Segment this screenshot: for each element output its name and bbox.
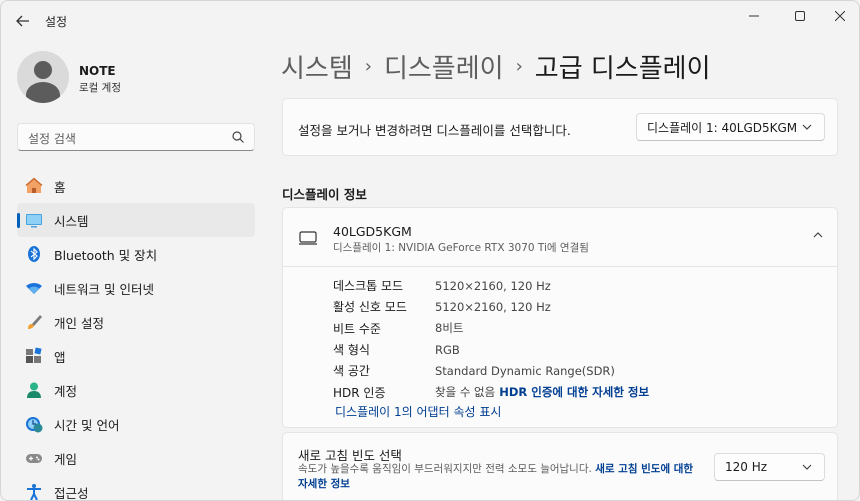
monitor-connection: 디스플레이 1: NVIDIA GeForce RTX 3070 Ti에 연결됨: [333, 242, 589, 254]
info-row-bit-depth: 비트 수준 8비트: [333, 318, 649, 339]
bluetooth-icon: [25, 245, 43, 263]
info-value: 8비트: [435, 321, 464, 336]
sidebar-item-accessibility[interactable]: 접근성: [17, 475, 255, 501]
sidebar-item-apps[interactable]: 앱: [17, 339, 255, 373]
display-dropdown-value: 디스플레이 1: 40LGD5KGM: [647, 120, 798, 135]
info-value: Standard Dynamic Range(SDR): [435, 363, 615, 378]
monitor-icon: [299, 231, 317, 245]
avatar: [17, 51, 69, 103]
search-input[interactable]: 설정 검색: [17, 123, 255, 151]
app-title: 설정: [45, 15, 68, 29]
search-placeholder: 설정 검색: [28, 132, 76, 146]
chevron-right-icon: ›: [515, 55, 523, 77]
info-value: 찾을 수 없음: [435, 385, 496, 400]
info-value: 5120×2160, 120 Hz: [435, 278, 551, 293]
info-row-color-format: 색 형식 RGB: [333, 339, 649, 360]
maximize-icon: [795, 11, 805, 21]
display-info-header[interactable]: 40LGD5KGM 디스플레이 1: NVIDIA GeForce RTX 30…: [283, 208, 837, 267]
settings-window: 설정 NOTE 로컬 계정 설정 검색 홈 시스템 Bluetooth 및 장치…: [0, 0, 860, 501]
info-key: 비트 수준: [333, 321, 381, 336]
sidebar-item-label: 게임: [54, 451, 78, 467]
profile-name: NOTE: [79, 64, 116, 78]
refresh-rate-desc-text: 속도가 높을수록 움직임이 부드러워지지만 전력 소모도 늘어납니다.: [298, 463, 592, 475]
display-select-label: 설정을 보거나 변경하려면 디스플레이를 선택합니다.: [298, 123, 571, 138]
sidebar-item-label: 앱: [54, 349, 66, 365]
search-icon: [232, 131, 244, 143]
info-key: 색 공간: [333, 364, 370, 379]
info-value: RGB: [435, 342, 460, 357]
sidebar-item-home[interactable]: 홈: [17, 169, 255, 203]
info-row-hdr-cert: HDR 인증 찾을 수 없음 HDR 인증에 대한 자세한 정보: [333, 381, 649, 402]
breadcrumb: 시스템 › 디스플레이 › 고급 디스플레이: [281, 48, 711, 85]
title-bar: 설정: [1, 1, 859, 41]
info-row-desktop-mode: 데스크톱 모드 5120×2160, 120 Hz: [333, 275, 649, 296]
refresh-rate-card: 새로 고침 빈도 선택 속도가 높을수록 움직임이 부드러워지지만 전력 소모도…: [282, 432, 838, 500]
page-title: 고급 디스플레이: [534, 53, 711, 84]
close-button[interactable]: [817, 1, 859, 31]
user-profile[interactable]: NOTE 로컬 계정: [17, 51, 247, 103]
back-button[interactable]: [13, 11, 33, 31]
breadcrumb-item-system[interactable]: 시스템: [281, 48, 353, 85]
home-icon: [25, 177, 43, 195]
personalization-icon: [25, 313, 43, 331]
time-language-icon: [25, 415, 43, 433]
monitor-name: 40LGD5KGM: [333, 224, 412, 239]
refresh-rate-dropdown[interactable]: 120 Hz: [714, 453, 825, 481]
chevron-down-icon: [802, 464, 812, 470]
sidebar-item-label: 시간 및 언어: [54, 417, 120, 433]
display-info-rows: 데스크톱 모드 5120×2160, 120 Hz 활성 신호 모드 5120×…: [333, 275, 649, 403]
apps-icon: [25, 347, 43, 365]
minimize-button[interactable]: [731, 1, 777, 31]
sidebar-item-personalization[interactable]: 개인 설정: [17, 305, 255, 339]
gaming-icon: [25, 449, 43, 467]
sidebar-item-label: 계정: [54, 383, 78, 399]
breadcrumb-item-display[interactable]: 디스플레이: [384, 48, 504, 85]
info-row-color-space: 색 공간 Standard Dynamic Range(SDR): [333, 360, 649, 381]
chevron-up-icon[interactable]: [813, 230, 823, 240]
sidebar-item-label: 시스템: [54, 213, 89, 229]
display-dropdown[interactable]: 디스플레이 1: 40LGD5KGM: [636, 113, 825, 141]
sidebar-item-label: 홈: [54, 179, 66, 195]
sidebar-item-system[interactable]: 시스템: [17, 203, 255, 237]
info-key: 데스크톱 모드: [333, 279, 404, 294]
sidebar-item-gaming[interactable]: 게임: [17, 441, 255, 475]
profile-account-type: 로컬 계정: [79, 82, 121, 94]
chevron-down-icon: [802, 124, 812, 130]
display-select-card: 설정을 보거나 변경하려면 디스플레이를 선택합니다. 디스플레이 1: 40L…: [282, 98, 838, 156]
adapter-properties-link[interactable]: 디스플레이 1의 어댑터 속성 표시: [335, 403, 501, 420]
refresh-rate-value: 120 Hz: [725, 460, 768, 474]
sidebar-item-label: Bluetooth 및 장치: [54, 247, 158, 263]
network-icon: [25, 279, 43, 297]
section-title: 디스플레이 정보: [282, 187, 367, 202]
info-key: 색 형식: [333, 343, 370, 358]
refresh-rate-desc: 속도가 높을수록 움직임이 부드러워지지만 전력 소모도 늘어납니다. 새로 고…: [298, 462, 703, 492]
info-row-active-signal: 활성 신호 모드 5120×2160, 120 Hz: [333, 296, 649, 317]
sidebar-item-label: 네트워크 및 인터넷: [54, 281, 154, 297]
sidebar-item-label: 개인 설정: [54, 315, 104, 331]
display-info-card: 40LGD5KGM 디스플레이 1: NVIDIA GeForce RTX 30…: [282, 207, 838, 428]
sidebar-item-time-language[interactable]: 시간 및 언어: [17, 407, 255, 441]
accessibility-icon: [25, 483, 43, 500]
back-arrow-icon: [16, 15, 29, 27]
accounts-icon: [25, 381, 43, 399]
chevron-right-icon: ›: [364, 55, 372, 77]
sidebar-item-label: 접근성: [54, 485, 89, 501]
sidebar-item-network[interactable]: 네트워크 및 인터넷: [17, 271, 255, 305]
sidebar-nav: 홈 시스템 Bluetooth 및 장치 네트워크 및 인터넷 개인 설정 앱 …: [17, 169, 255, 501]
system-icon: [25, 211, 43, 229]
info-key: HDR 인증: [333, 385, 386, 400]
info-key: 활성 신호 모드: [333, 300, 407, 315]
minimize-icon: [749, 15, 759, 17]
hdr-cert-link[interactable]: HDR 인증에 대한 자세한 정보: [499, 384, 649, 400]
sidebar-item-accounts[interactable]: 계정: [17, 373, 255, 407]
info-value: 5120×2160, 120 Hz: [435, 299, 551, 314]
sidebar-item-bluetooth[interactable]: Bluetooth 및 장치: [17, 237, 255, 271]
close-icon: [835, 11, 845, 21]
